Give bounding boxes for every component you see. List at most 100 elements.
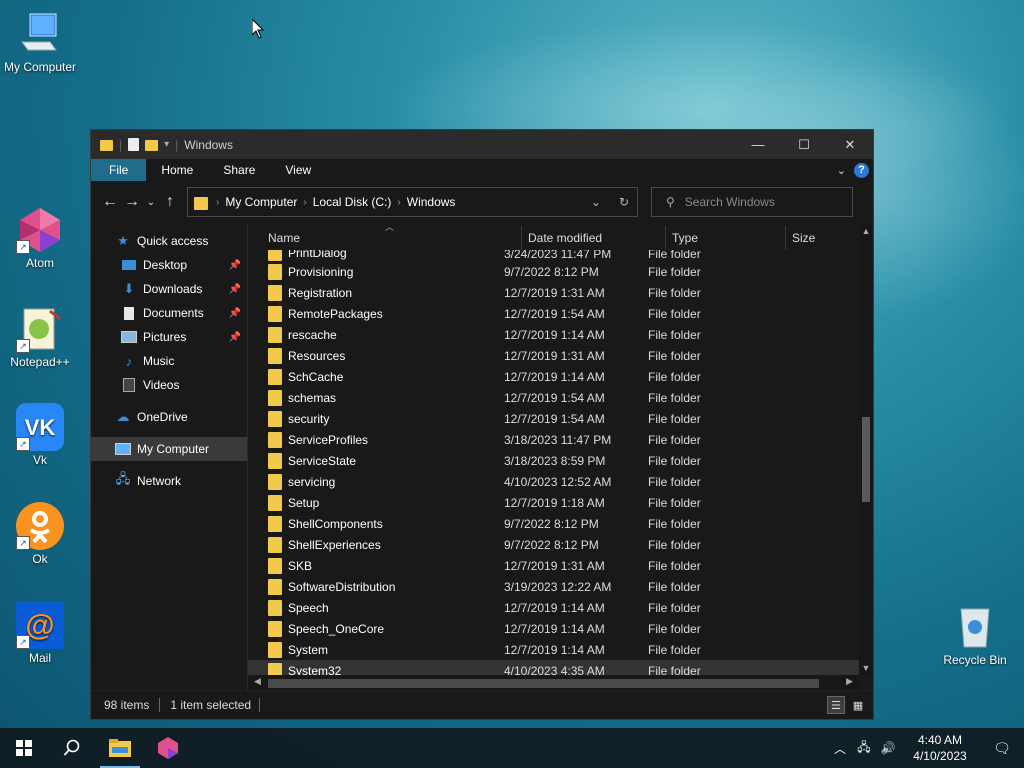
breadcrumb-separator-icon[interactable]: › bbox=[214, 197, 221, 208]
file-type: File folder bbox=[648, 453, 701, 468]
nav-documents[interactable]: Documents 📌 bbox=[91, 301, 247, 325]
desktop-icon-recycle-bin[interactable]: Recycle Bin bbox=[935, 603, 1015, 667]
column-size[interactable]: Size bbox=[786, 226, 856, 250]
nav-network[interactable]: 🖧 Network bbox=[91, 469, 247, 493]
table-row[interactable]: schemas 12/7/2019 1:54 AM File folder bbox=[248, 387, 859, 408]
table-row[interactable]: servicing 4/10/2023 12:52 AM File folder bbox=[248, 471, 859, 492]
breadcrumb-windows[interactable]: Windows bbox=[403, 195, 460, 209]
recent-locations-icon[interactable]: ⌄ bbox=[143, 197, 159, 208]
table-row[interactable]: Provisioning 9/7/2022 8:12 PM File folder bbox=[248, 261, 859, 282]
expand-ribbon-icon[interactable]: ⌄ bbox=[837, 164, 846, 177]
nav-downloads[interactable]: ⬇ Downloads 📌 bbox=[91, 277, 247, 301]
tab-file[interactable]: File bbox=[91, 159, 147, 181]
nav-videos[interactable]: Videos bbox=[91, 373, 247, 397]
desktop-icon-my-computer[interactable]: My Computer bbox=[0, 10, 80, 74]
back-arrow-icon[interactable]: ← bbox=[99, 193, 121, 211]
breadcrumb-separator-icon[interactable]: › bbox=[301, 197, 308, 208]
table-row[interactable]: Speech 12/7/2019 1:14 AM File folder bbox=[248, 597, 859, 618]
minimize-button[interactable]: — bbox=[735, 130, 781, 159]
scroll-left-icon[interactable]: ◀ bbox=[254, 676, 261, 687]
desktop-icon-mail[interactable]: @ ↗ Mail bbox=[0, 601, 80, 665]
table-row[interactable]: rescache 12/7/2019 1:14 AM File folder bbox=[248, 324, 859, 345]
file-name: System bbox=[288, 642, 329, 657]
nav-quick-access[interactable]: ★ Quick access bbox=[91, 229, 247, 253]
up-arrow-icon[interactable]: ↑ bbox=[159, 193, 181, 211]
table-row[interactable]: Resources 12/7/2019 1:31 AM File folder bbox=[248, 345, 859, 366]
scroll-up-icon[interactable]: ▲ bbox=[859, 226, 873, 236]
notepadpp-icon: ↗ bbox=[16, 305, 64, 353]
new-folder-icon[interactable] bbox=[145, 140, 159, 151]
table-row[interactable]: Speech_OneCore 12/7/2019 1:14 AM File fold… bbox=[248, 618, 859, 639]
taskbar-file-explorer[interactable] bbox=[96, 728, 144, 768]
file-date: 12/7/2019 1:18 AM bbox=[504, 495, 605, 510]
desktop-icon-ok[interactable]: ↗ Ok bbox=[0, 502, 80, 566]
table-row[interactable]: ShellExperiences 9/7/2022 8:12 PM File fol… bbox=[248, 534, 859, 555]
column-type[interactable]: Type bbox=[666, 226, 786, 250]
table-row[interactable]: security 12/7/2019 1:54 AM File folder bbox=[248, 408, 859, 429]
table-row[interactable]: SchCache 12/7/2019 1:14 AM File folder bbox=[248, 366, 859, 387]
search-button[interactable] bbox=[48, 728, 96, 768]
refresh-icon[interactable]: ↻ bbox=[619, 195, 629, 209]
folder-icon bbox=[268, 368, 282, 385]
show-hidden-icons-icon[interactable]: ︿ bbox=[828, 740, 852, 757]
address-dropdown-icon[interactable]: ⌄ bbox=[591, 195, 601, 209]
status-bar: 98 items 1 item selected ☰ ▦ bbox=[91, 690, 873, 719]
clock[interactable]: 4:40 AM 4/10/2023 bbox=[900, 732, 980, 764]
help-icon[interactable]: ? bbox=[854, 162, 869, 178]
file-explorer-window[interactable]: | ▾ | Windows — ☐ ✕ File Home Share View… bbox=[90, 129, 874, 720]
scroll-down-icon[interactable]: ▼ bbox=[859, 663, 873, 673]
nav-onedrive[interactable]: ☁ OneDrive bbox=[91, 405, 247, 429]
file-name: SKB bbox=[288, 558, 313, 573]
desktop-icon-label: Atom bbox=[25, 256, 54, 270]
tab-home[interactable]: Home bbox=[146, 159, 208, 181]
volume-icon[interactable]: 🔊 bbox=[876, 741, 900, 755]
vertical-scrollbar[interactable]: ▲ ▼ bbox=[859, 224, 873, 675]
column-date-modified[interactable]: Date modified bbox=[522, 226, 666, 250]
folder-icon bbox=[268, 515, 282, 532]
table-row[interactable]: Setup 12/7/2019 1:18 AM File folder bbox=[248, 492, 859, 513]
close-button[interactable]: ✕ bbox=[827, 130, 873, 159]
desktop-icon-atom[interactable]: ↗ Atom bbox=[0, 206, 80, 270]
network-icon[interactable]: 🖧 bbox=[852, 738, 876, 759]
notification-icon[interactable]: 🗨 bbox=[980, 740, 1024, 757]
table-row[interactable]: PrintDialog 3/24/2023 11:47 PM File fold… bbox=[248, 250, 859, 261]
customize-toolbar-icon[interactable]: ▾ bbox=[164, 139, 169, 150]
nav-pictures[interactable]: Pictures 📌 bbox=[91, 325, 247, 349]
table-row[interactable]: Registration 12/7/2019 1:31 AM File folder bbox=[248, 282, 859, 303]
forward-arrow-icon[interactable]: → bbox=[121, 193, 143, 211]
search-box[interactable]: ⚲ Search Windows bbox=[651, 187, 853, 217]
properties-icon[interactable] bbox=[128, 138, 140, 151]
breadcrumb-local-disk[interactable]: Local Disk (C:) bbox=[309, 195, 396, 209]
breadcrumb-my-computer[interactable]: My Computer bbox=[221, 195, 301, 209]
horizontal-scrollbar[interactable]: ◀ ▶ bbox=[248, 675, 859, 691]
table-row[interactable]: SKB 12/7/2019 1:31 AM File folder bbox=[248, 555, 859, 576]
title-bar[interactable]: | ▾ | Windows — ☐ ✕ bbox=[91, 130, 873, 159]
table-row[interactable]: ShellComponents 9/7/2022 8:12 PM File fold… bbox=[248, 513, 859, 534]
maximize-button[interactable]: ☐ bbox=[781, 130, 827, 159]
breadcrumb-separator-icon[interactable]: › bbox=[395, 197, 402, 208]
desktop-icon-vk[interactable]: VK ↗ Vk bbox=[0, 403, 80, 467]
nav-my-computer[interactable]: My Computer bbox=[91, 437, 247, 461]
taskbar-atom[interactable] bbox=[144, 728, 192, 768]
table-row[interactable]: ServiceProfiles 3/18/2023 11:47 PM File fo… bbox=[248, 429, 859, 450]
tab-view[interactable]: View bbox=[270, 159, 326, 181]
file-type: File folder bbox=[648, 516, 701, 531]
table-row[interactable]: ServiceState 3/18/2023 8:59 PM File folder bbox=[248, 450, 859, 471]
table-row[interactable]: System 12/7/2019 1:14 AM File folder bbox=[248, 639, 859, 660]
details-view-icon[interactable]: ☰ bbox=[827, 696, 845, 714]
nav-music[interactable]: ♪ Music bbox=[91, 349, 247, 373]
scrollbar-thumb[interactable] bbox=[268, 679, 819, 688]
tab-share[interactable]: Share bbox=[208, 159, 270, 181]
table-row[interactable]: System32 4/10/2023 4:35 AM File folder bbox=[248, 660, 859, 675]
desktop-icon-notepadpp[interactable]: ↗ Notepad++ bbox=[0, 305, 80, 369]
scroll-right-icon[interactable]: ▶ bbox=[846, 676, 853, 687]
file-type: File folder bbox=[648, 327, 701, 342]
table-row[interactable]: RemotePackages 12/7/2019 1:54 AM File fold… bbox=[248, 303, 859, 324]
large-icons-view-icon[interactable]: ▦ bbox=[849, 696, 867, 714]
shortcut-arrow-icon: ↗ bbox=[16, 635, 30, 649]
start-button[interactable] bbox=[0, 728, 48, 768]
scrollbar-thumb[interactable] bbox=[862, 417, 870, 502]
address-bar[interactable]: › My Computer › Local Disk (C:) › Window… bbox=[187, 187, 638, 217]
table-row[interactable]: SoftwareDistribution 3/19/2023 12:22 AM Fi… bbox=[248, 576, 859, 597]
nav-desktop[interactable]: Desktop 📌 bbox=[91, 253, 247, 277]
